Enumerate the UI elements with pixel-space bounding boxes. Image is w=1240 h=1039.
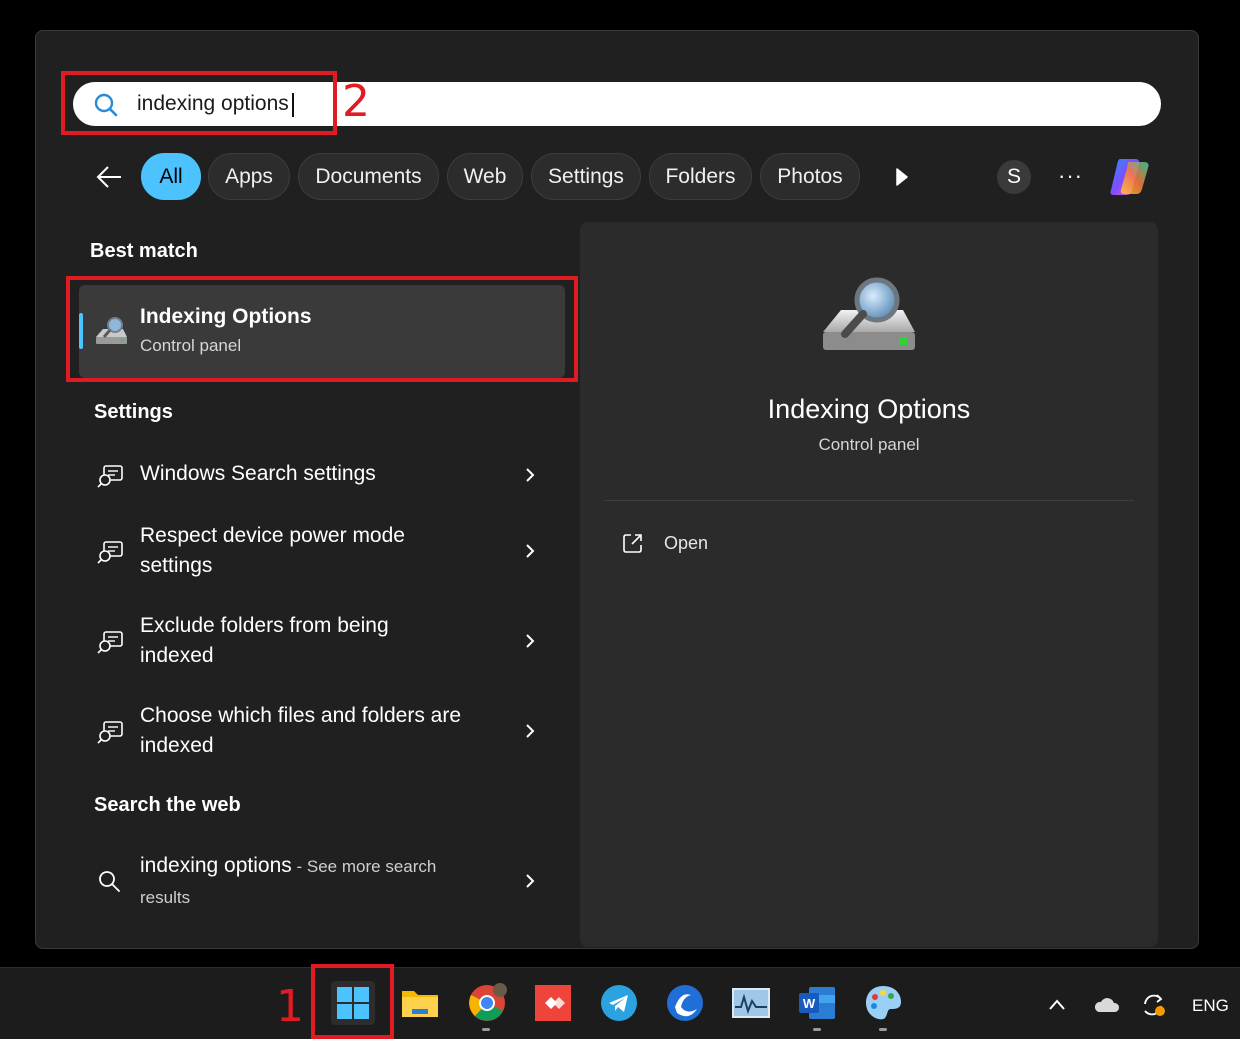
settings-icon [97, 631, 123, 654]
tab-web[interactable]: Web [447, 153, 523, 200]
chrome-icon[interactable] [465, 981, 509, 1025]
annotation-box-1 [311, 964, 394, 1039]
web-result-query: indexing options [140, 854, 292, 877]
filter-row: All Apps Documents Web Settings Folders … [0, 153, 1240, 201]
settings-icon [97, 465, 123, 488]
settings-item-label: Choose which files and folders are index… [140, 704, 462, 757]
telegram-icon[interactable] [597, 981, 641, 1025]
play-arrow-icon[interactable] [894, 167, 910, 187]
word-icon[interactable]: W [795, 981, 839, 1025]
best-match-heading: Best match [90, 240, 198, 262]
web-search-result[interactable]: indexing options - See more search resul… [79, 850, 565, 912]
tab-apps[interactable]: Apps [208, 153, 290, 200]
running-indicator [879, 1028, 887, 1031]
paint-icon[interactable] [861, 981, 905, 1025]
settings-heading: Settings [94, 401, 173, 423]
web-result-label: indexing options - See more search resul… [140, 851, 470, 913]
running-indicator [482, 1028, 490, 1031]
settings-item-choose-indexed[interactable]: Choose which files and folders are index… [79, 700, 565, 762]
anydesk-icon[interactable] [531, 981, 575, 1025]
preview-title: Indexing Options [767, 394, 971, 424]
svg-text:W: W [803, 996, 816, 1011]
divider [604, 500, 1134, 501]
taskbar: W ENG [0, 967, 1240, 1039]
avatar[interactable]: S [997, 160, 1031, 194]
preview-pane: Indexing Options Control panel Open [580, 222, 1158, 947]
settings-item-label: Windows Search settings [140, 462, 376, 485]
chevron-right-icon [526, 634, 535, 648]
settings-item-label: Exclude folders from being indexed [140, 614, 389, 667]
copilot-icon[interactable] [1106, 156, 1154, 198]
chevron-right-icon [526, 724, 535, 738]
search-web-heading: Search the web [94, 794, 241, 816]
back-arrow-icon[interactable] [95, 164, 123, 190]
tab-folders[interactable]: Folders [649, 153, 752, 200]
language-indicator[interactable]: ENG [1192, 996, 1229, 1016]
indexing-options-large-icon [823, 277, 915, 350]
chevron-right-icon [526, 544, 535, 558]
chevron-right-icon [526, 468, 535, 482]
settings-icon [97, 541, 123, 564]
app-wave-icon[interactable] [663, 981, 707, 1025]
resource-monitor-icon[interactable] [729, 981, 773, 1025]
annotation-number-1: 1 [276, 981, 304, 1032]
annotation-number-2: 2 [342, 76, 370, 127]
tab-documents[interactable]: Documents [298, 153, 439, 200]
running-indicator [813, 1028, 821, 1031]
settings-item-power-mode[interactable]: Respect device power mode settings [79, 520, 565, 582]
tab-settings[interactable]: Settings [531, 153, 641, 200]
settings-item-windows-search[interactable]: Windows Search settings [79, 455, 565, 495]
annotation-box-2 [61, 71, 337, 135]
settings-item-exclude-folders[interactable]: Exclude folders from being indexed [79, 610, 565, 672]
onedrive-cloud-icon[interactable] [1092, 996, 1120, 1014]
chevron-right-icon [526, 874, 535, 888]
tab-all[interactable]: All [141, 153, 201, 200]
tab-photos[interactable]: Photos [760, 153, 860, 200]
settings-item-label: Respect device power mode settings [140, 524, 405, 577]
sync-update-icon[interactable] [1140, 992, 1168, 1018]
open-action[interactable]: Open [664, 533, 708, 554]
file-explorer-icon[interactable] [398, 981, 442, 1025]
open-external-icon[interactable] [622, 532, 644, 554]
search-icon [99, 871, 120, 892]
settings-icon [97, 721, 123, 744]
more-options-icon[interactable]: ··· [1058, 163, 1083, 189]
chevron-up-icon[interactable] [1047, 996, 1067, 1014]
annotation-box-3 [66, 276, 578, 382]
preview-subtitle: Control panel [818, 435, 920, 454]
